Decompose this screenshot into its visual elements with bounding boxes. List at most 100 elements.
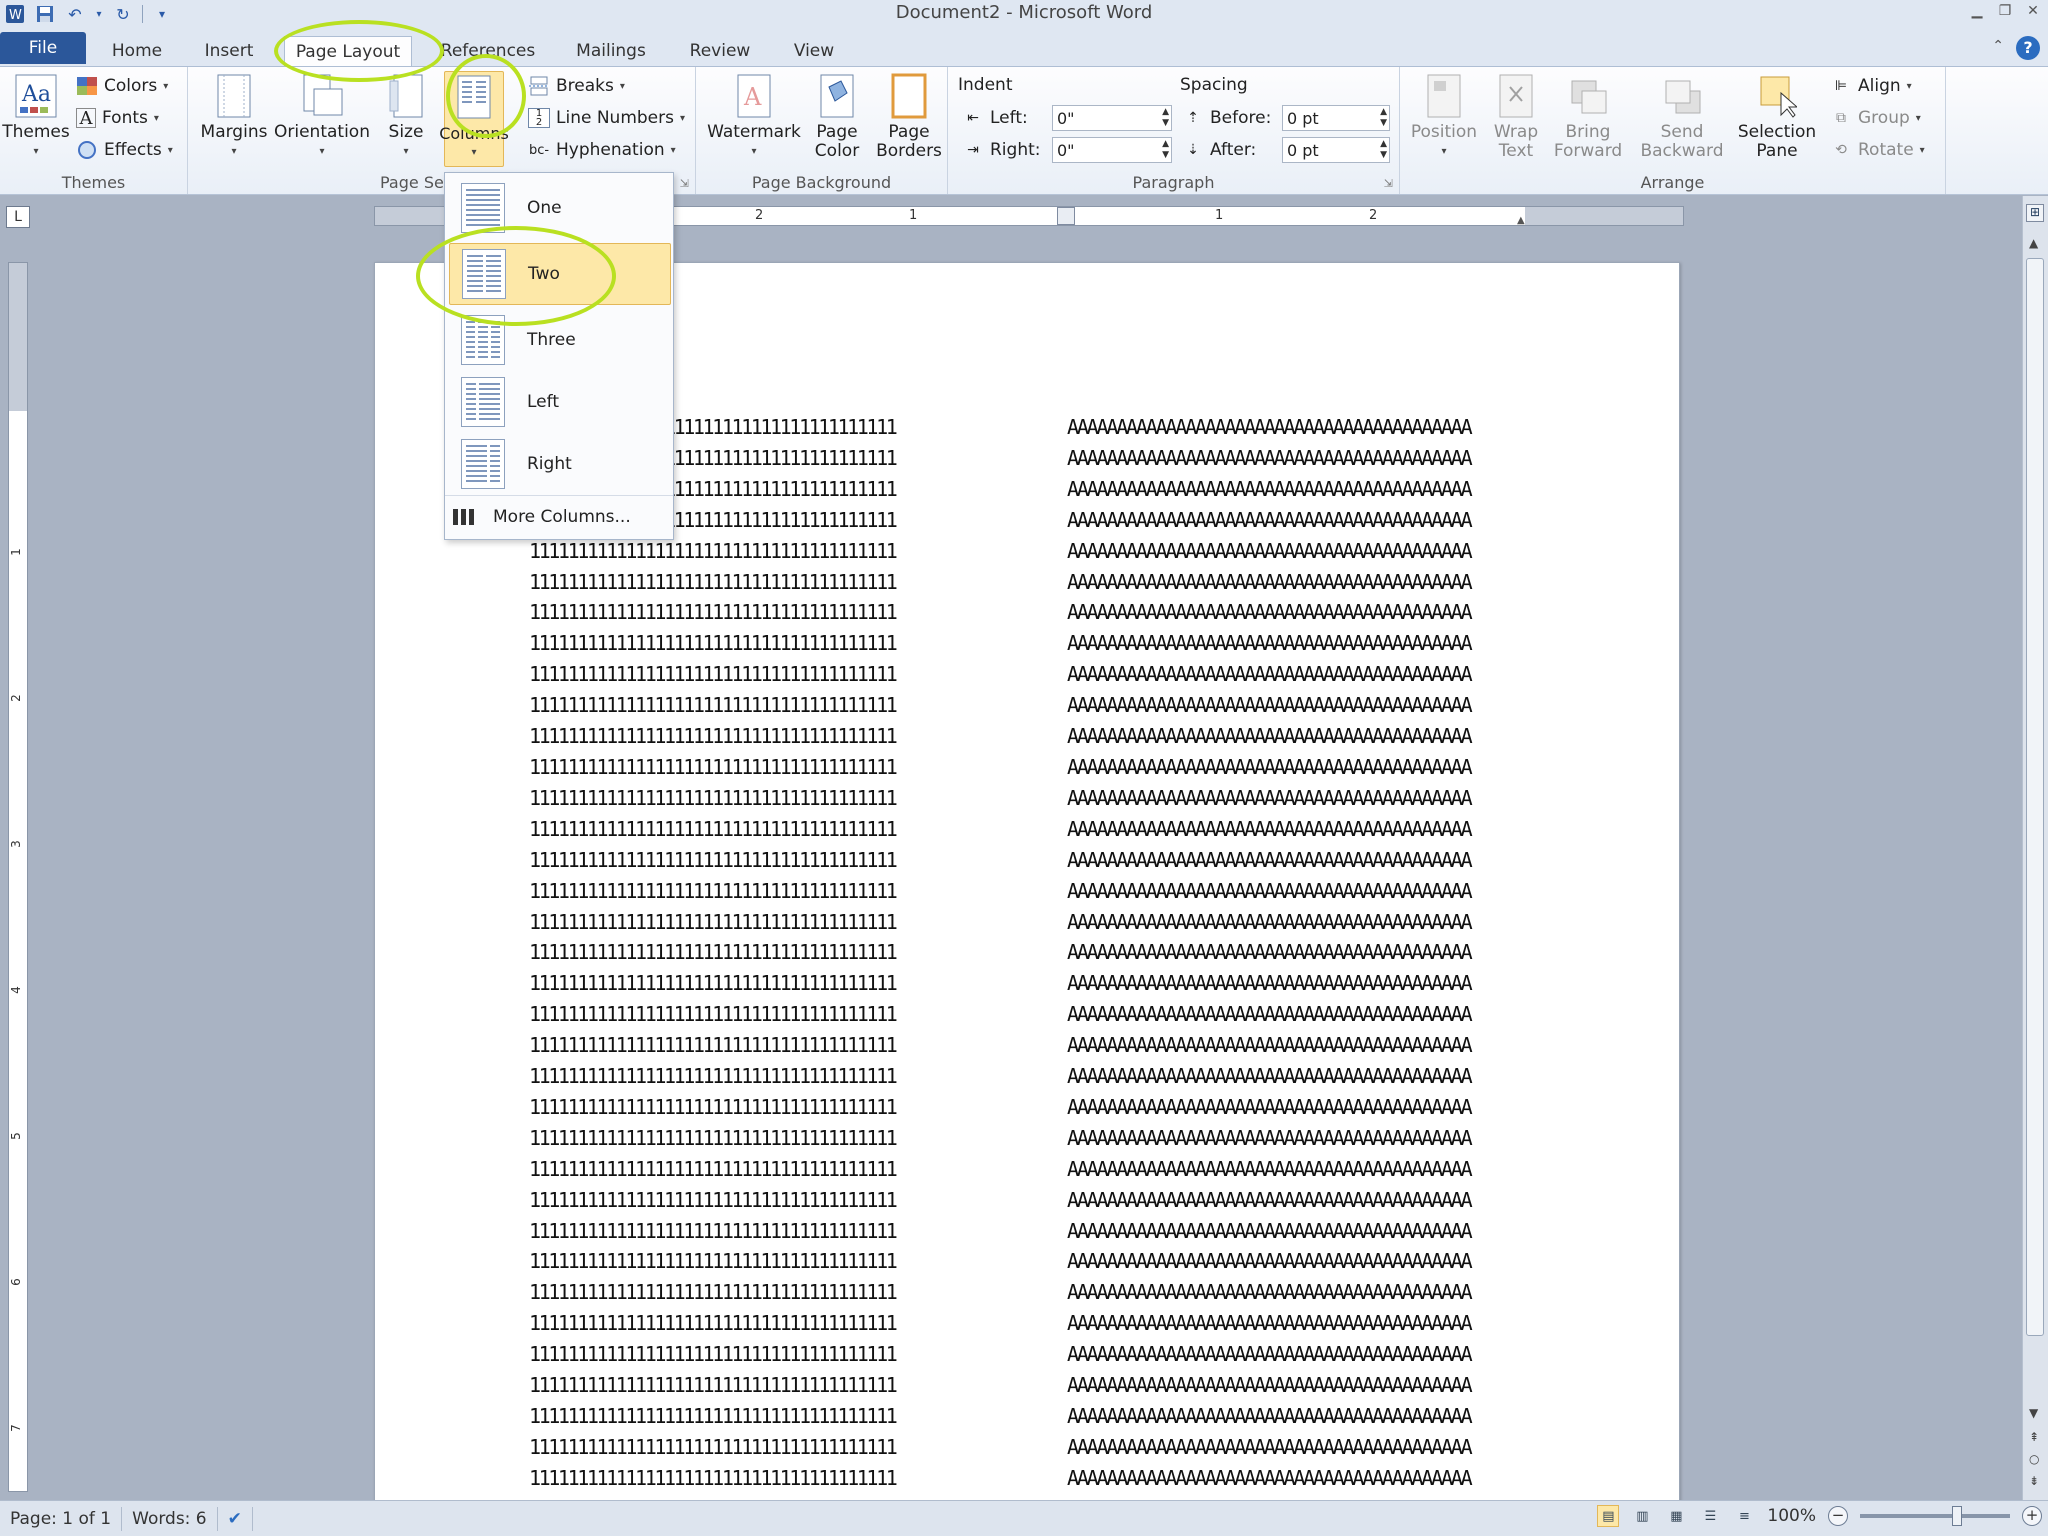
send-backward-button[interactable]: Send Backward (1636, 73, 1728, 161)
spinner-icon[interactable]: ▲ ▼ (1162, 139, 1169, 161)
tab-selector[interactable]: L (6, 206, 30, 228)
rotate-button[interactable]: ⟲ Rotate ▾ (1830, 137, 1925, 163)
line-numbers-button[interactable]: 12 Line Numbers ▾ (528, 105, 685, 131)
wrap-text-icon (1494, 73, 1538, 119)
group-button[interactable]: ⧉ Group ▾ (1830, 105, 1921, 131)
browse-object-icon[interactable]: ○ (2029, 1452, 2039, 1466)
breaks-icon (528, 76, 550, 96)
columns-option-left[interactable]: Left (449, 371, 671, 433)
full-screen-reading-icon[interactable]: ▥ (1631, 1505, 1653, 1527)
next-page-icon[interactable]: ⇟ (2029, 1474, 2039, 1488)
columns-option-one[interactable]: One (449, 177, 671, 239)
tab-mailings[interactable]: Mailings (568, 36, 654, 66)
dialog-launcher-icon[interactable]: ⇲ (1384, 177, 1393, 190)
spacing-after-field[interactable]: 0 pt ▲ ▼ (1282, 137, 1390, 163)
breaks-button[interactable]: Breaks ▾ (528, 73, 625, 99)
minimize-ribbon-icon[interactable]: ⌃ (1992, 38, 2004, 54)
minimize-icon[interactable]: ▁ (1968, 3, 1986, 19)
tab-review[interactable]: Review (680, 36, 760, 66)
print-layout-icon[interactable]: ▤ (1597, 1505, 1620, 1527)
close-icon[interactable]: ✕ (2024, 3, 2042, 19)
size-button[interactable]: Size ▾ (384, 73, 428, 161)
chevron-down-icon: ▾ (33, 146, 39, 157)
document-column-left[interactable]: 1111111111111111111111111 11111111111111… (529, 412, 898, 1501)
watermark-button[interactable]: A Watermark ▾ (706, 73, 802, 161)
breaks-label: Breaks (556, 76, 614, 96)
tab-insert[interactable]: Insert (196, 36, 262, 66)
rotate-icon: ⟲ (1835, 142, 1847, 158)
themes-button[interactable]: Aa Themes ▾ (2, 73, 70, 161)
restore-icon[interactable]: ❐ (1996, 3, 2014, 19)
hyphenation-label: Hyphenation (556, 140, 665, 160)
selection-pane-button[interactable]: Selection Pane (1734, 73, 1820, 161)
align-button[interactable]: ⊫ Align ▾ (1830, 73, 1912, 99)
zoom-slider[interactable] (1860, 1506, 2010, 1526)
vertical-ruler[interactable]: 1 2 3 4 5 6 7 (8, 262, 28, 1492)
colors-button[interactable]: Colors ▾ (76, 73, 168, 99)
spinner-icon[interactable]: ▲ ▼ (1380, 139, 1387, 161)
more-columns-item[interactable]: More Columns... (445, 495, 673, 537)
page-borders-label-1: Page (888, 122, 930, 142)
orientation-button[interactable]: Orientation ▾ (272, 73, 372, 161)
group-arrange: Position ▾ Wrap Text Bring Forward Send … (1400, 67, 1946, 194)
status-page[interactable]: Page: 1 of 1 (0, 1506, 123, 1531)
scroll-down-icon[interactable]: ▼ (2029, 1406, 2038, 1420)
margins-button[interactable]: Margins ▾ (198, 73, 270, 161)
effects-button[interactable]: Effects ▾ (76, 137, 173, 163)
ruler-number: 4 (8, 986, 23, 994)
page-color-button[interactable]: Page Color (806, 73, 868, 161)
right-indent-marker[interactable]: ▲ (1517, 215, 1525, 226)
orientation-label: Orientation (274, 122, 370, 142)
hyphenation-button[interactable]: bc- Hyphenation ▾ (528, 137, 676, 163)
spacing-before-field[interactable]: 0 pt ▲ ▼ (1282, 105, 1390, 131)
tab-home[interactable]: Home (104, 36, 170, 66)
indent-left-field[interactable]: 0" ▲ ▼ (1052, 105, 1172, 131)
tab-file[interactable]: File (0, 32, 86, 64)
fonts-button[interactable]: A Fonts ▾ (76, 105, 159, 131)
vertical-scrollbar[interactable]: ⊞ ▲ ▼ ⇞ ○ ⇟ (2022, 196, 2048, 1510)
columns-option-two[interactable]: Two (449, 243, 671, 305)
ruler-right-margin (1525, 207, 1683, 225)
tab-view[interactable]: View (784, 36, 844, 66)
outline-icon[interactable]: ☰ (1699, 1505, 1721, 1527)
tab-page-layout[interactable]: Page Layout (284, 36, 412, 66)
indent-right-icon: ⇥ (967, 142, 979, 158)
wrap-text-label-2: Text (1498, 141, 1534, 161)
scroll-thumb[interactable] (2026, 258, 2044, 1336)
wrap-text-button[interactable]: Wrap Text (1488, 73, 1544, 161)
orientation-icon (300, 73, 344, 119)
zoom-level[interactable]: 100% (1767, 1506, 1816, 1526)
status-words[interactable]: Words: 6 (122, 1506, 218, 1531)
help-icon[interactable]: ? (2016, 36, 2040, 60)
position-button[interactable]: Position ▾ (1408, 73, 1480, 161)
watermark-label: Watermark (707, 122, 801, 142)
draft-icon[interactable]: ≡ (1733, 1505, 1755, 1527)
view-ruler-icon[interactable]: ⊞ (2026, 204, 2044, 222)
scroll-up-icon[interactable]: ▲ (2029, 236, 2038, 250)
ribbon-tabs: File Home Insert Page Layout References … (0, 28, 2048, 66)
proofing-icon[interactable]: ✔ (218, 1506, 253, 1531)
columns-button[interactable]: Columns ▾ (439, 71, 509, 167)
web-layout-icon[interactable]: ▦ (1665, 1505, 1687, 1527)
zoom-slider-knob[interactable] (1952, 1506, 1962, 1526)
svg-text:Aa: Aa (21, 82, 51, 107)
ruler-number: 1 (1215, 208, 1224, 223)
previous-page-icon[interactable]: ⇞ (2029, 1430, 2039, 1444)
document-column-right[interactable]: AAAAAAAAAAAAAAAAAAAAAAAAAAAAAAAAAAAAAAAA… (1067, 412, 1473, 1501)
columns-option-three[interactable]: Three (449, 309, 671, 371)
columns-option-right[interactable]: Right (449, 433, 671, 495)
indent-marker[interactable] (1057, 207, 1075, 225)
tab-references[interactable]: References (436, 36, 540, 66)
chevron-down-icon: ▾ (670, 144, 676, 156)
bring-forward-button[interactable]: Bring Forward (1548, 73, 1628, 161)
dialog-launcher-icon[interactable]: ⇲ (680, 177, 689, 190)
spinner-icon[interactable]: ▲ ▼ (1380, 107, 1387, 129)
zoom-out-icon[interactable]: − (1828, 1506, 1848, 1526)
indent-right-field[interactable]: 0" ▲ ▼ (1052, 137, 1172, 163)
title-bar: W ↶ ▾ ↻ ▾ Document2 - Microsoft Word ▁ ❐… (0, 0, 2048, 28)
page-borders-button[interactable]: Page Borders (874, 73, 944, 161)
zoom-in-icon[interactable]: + (2022, 1506, 2042, 1526)
chevron-down-icon: ▾ (167, 144, 173, 156)
spacing-after-label: ⇣ After: (1182, 137, 1256, 163)
spinner-icon[interactable]: ▲ ▼ (1162, 107, 1169, 129)
